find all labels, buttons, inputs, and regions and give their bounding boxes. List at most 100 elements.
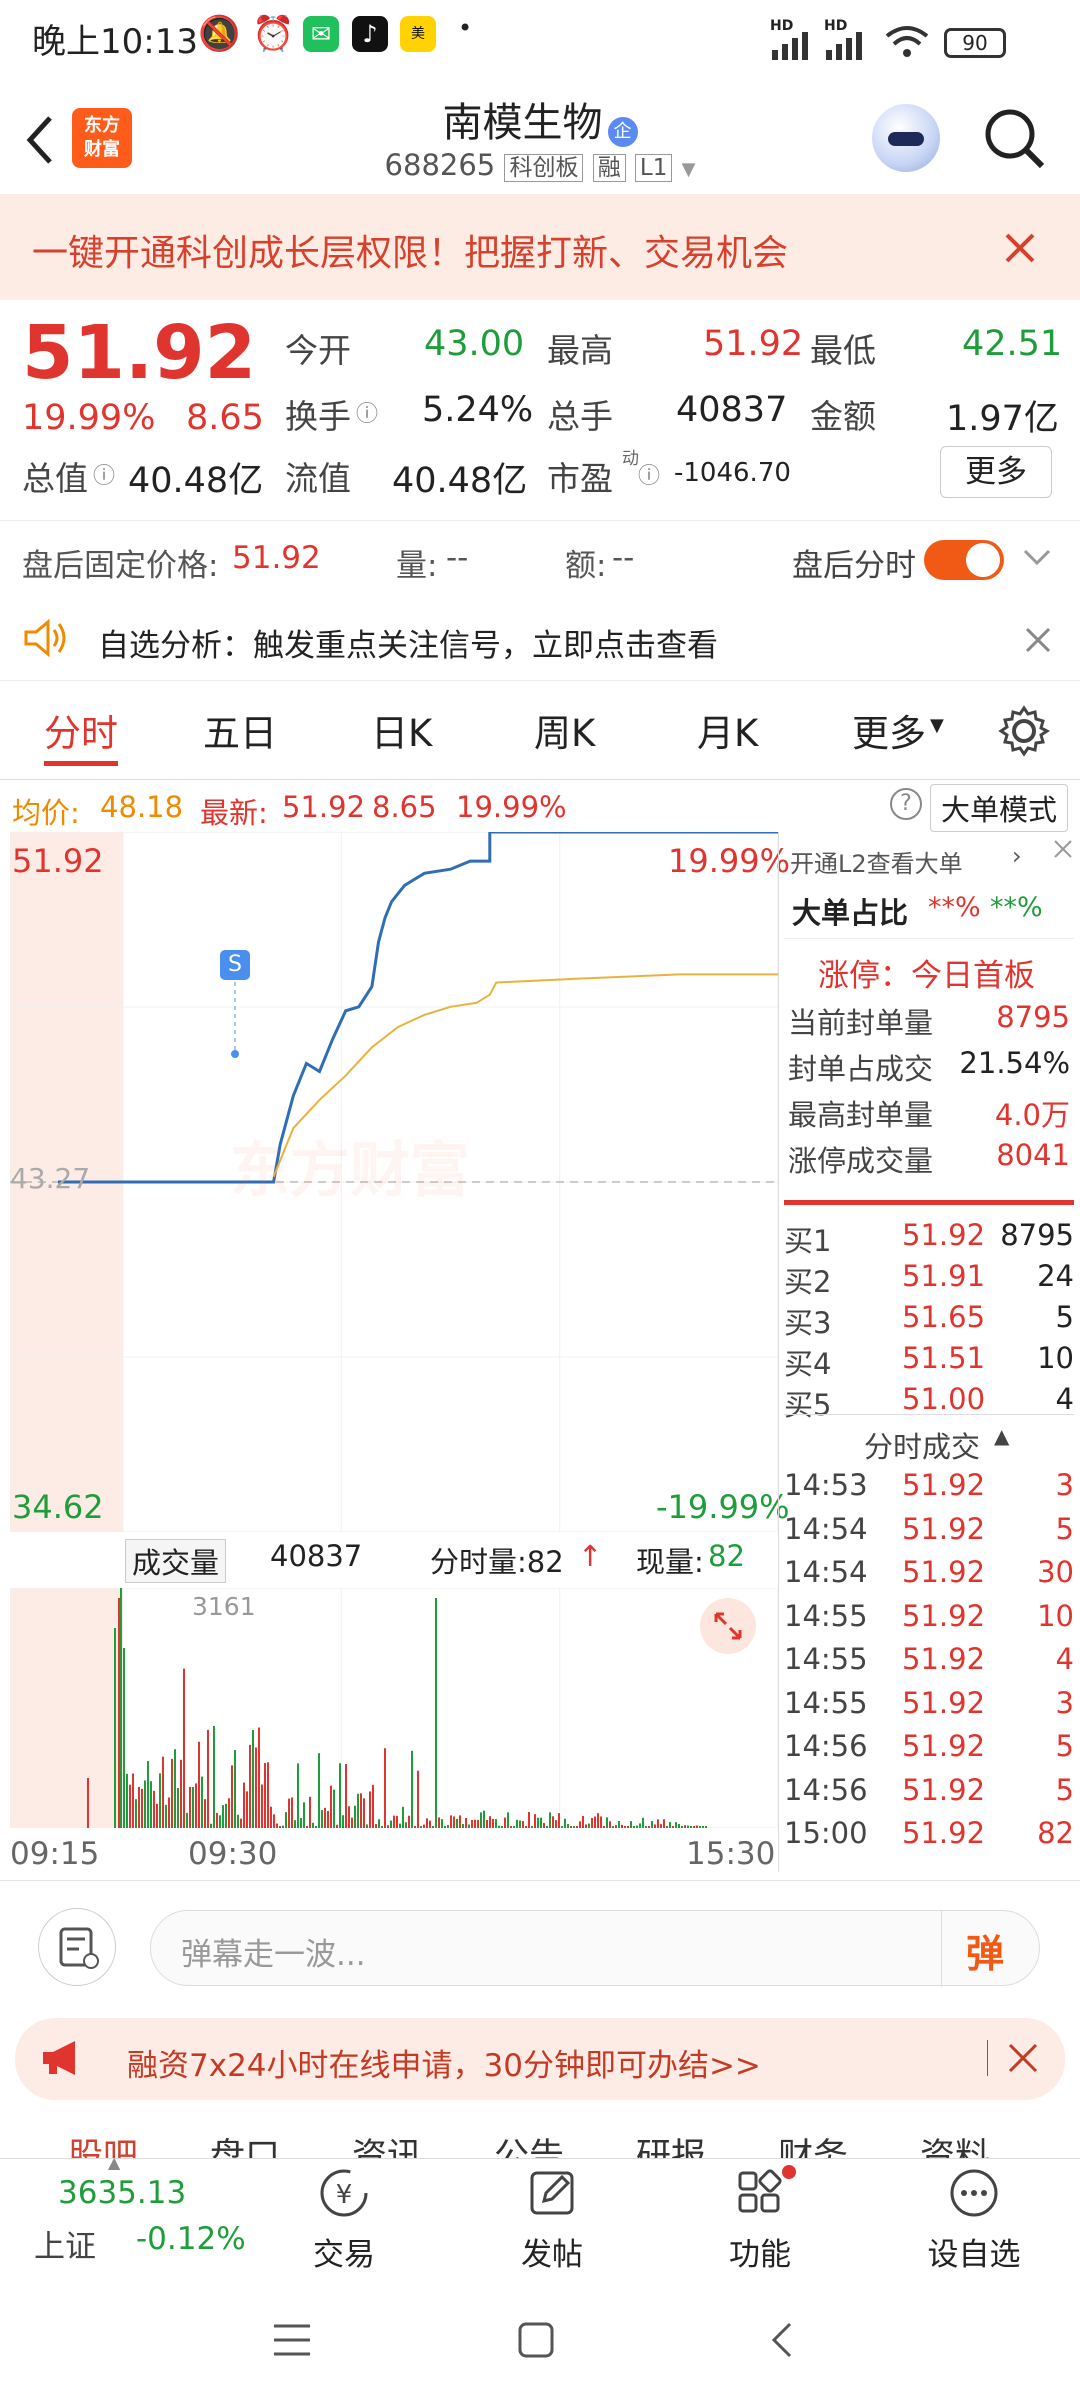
help-icon[interactable]: ? <box>890 788 922 820</box>
volume-premarket-shade <box>10 1588 123 1828</box>
chevron-down-icon[interactable] <box>1022 548 1052 568</box>
tab-daily-k[interactable]: 日K <box>371 703 432 757</box>
tab-five-day[interactable]: 五日 <box>203 703 277 757</box>
expand-icon[interactable] <box>700 1598 756 1654</box>
subtab-orderbook[interactable]: 盘口 <box>210 2128 280 2160</box>
subtab-financials[interactable]: 财务 <box>778 2128 848 2160</box>
bid-row: 买2 51.91 24 <box>778 1259 1078 1299</box>
volume-bar <box>384 1748 386 1828</box>
settings-gear-icon[interactable] <box>998 705 1050 757</box>
volume-chart-svg <box>10 1588 778 1828</box>
banner-close-icon[interactable] <box>1004 232 1036 264</box>
financing-promo[interactable]: 融资7x24小时在线申请，30分钟即可办结>> <box>15 2018 1065 2100</box>
volume-bar <box>423 1824 425 1828</box>
nav-functions[interactable]: 功能 <box>690 2165 830 2274</box>
avg-price-bar: 均价: 48.18 最新: 51.92 8.65 19.99% ? 大单模式 <box>0 782 1080 832</box>
subtab-announcements[interactable]: 公告 <box>494 2128 564 2160</box>
volume-header: 成交量 40837 分时量:82 ↑ 现量: 82 <box>10 1535 778 1590</box>
trade-qty: 10 <box>1037 1598 1074 1633</box>
after-hours-toggle[interactable] <box>924 540 1004 580</box>
volume-bar <box>414 1826 416 1828</box>
nav-post[interactable]: 发帖 <box>482 2165 622 2274</box>
note-icon[interactable] <box>38 1908 116 1986</box>
notification-dot <box>782 2165 796 2179</box>
volume-bar <box>519 1820 521 1828</box>
subtab-profile[interactable]: 资料 <box>920 2128 990 2160</box>
volume-bar <box>255 1747 257 1828</box>
tab-weekly-k[interactable]: 周K <box>534 703 595 757</box>
signal-close-icon[interactable] <box>1024 626 1052 654</box>
high-label: 最高 <box>547 331 613 370</box>
volume-bar <box>225 1803 227 1828</box>
nav-add-watchlist[interactable]: 设自选 <box>904 2165 1044 2274</box>
sell-marker[interactable]: S <box>220 950 250 980</box>
volume-bar <box>393 1815 395 1828</box>
danmu-send-button[interactable]: 弹 <box>966 1923 1004 1978</box>
intraday-chart[interactable]: 东方财富 51.92 43.27 34.62 19.99% -19.99% S <box>10 832 790 1532</box>
volume-bar <box>147 1761 149 1828</box>
volume-bar <box>114 1628 116 1828</box>
caret-down-icon[interactable]: ▼ <box>682 159 696 180</box>
mcap-info-icon[interactable]: ⓘ <box>93 458 115 490</box>
volume-bar <box>663 1819 665 1828</box>
search-icon[interactable] <box>982 106 1048 172</box>
assistant-robot-icon[interactable] <box>872 104 940 172</box>
tab-monthly-k[interactable]: 月K <box>697 703 758 757</box>
menu-icon[interactable] <box>272 2322 312 2358</box>
bigorder-mode-button[interactable]: 大单模式 <box>930 784 1069 832</box>
pe-info-icon[interactable]: ⓘ <box>638 458 660 490</box>
volume-bar <box>195 1783 197 1828</box>
volume-bar <box>669 1822 671 1828</box>
promo-close-icon[interactable] <box>1007 2042 1039 2074</box>
volume-bar <box>507 1812 509 1828</box>
index-widget[interactable]: ▲ 3635.13 上证 -0.12% <box>0 2153 250 2275</box>
volume-bar <box>672 1826 674 1828</box>
volume-bar <box>216 1812 218 1828</box>
volume-bar <box>399 1823 401 1828</box>
volume-bar <box>120 1588 122 1828</box>
volume-bar <box>258 1727 260 1828</box>
volume-bar <box>132 1773 134 1828</box>
volume-bar <box>297 1763 299 1828</box>
watermark: 东方财富 <box>230 1136 470 1206</box>
signal-notice[interactable]: 自选分析：触发重点关注信号，立即点击查看 <box>0 590 1080 690</box>
subtab-news[interactable]: 资讯 <box>352 2128 422 2160</box>
tab-more[interactable]: 更多 <box>852 703 926 757</box>
volume-chart[interactable]: 3161 <box>10 1588 778 1828</box>
volume-bar <box>522 1821 524 1828</box>
volume-bar <box>660 1824 662 1828</box>
volume-bar <box>153 1790 155 1828</box>
limit-stat-value: 8041 <box>996 1138 1070 1172</box>
y-mid-label: 43.27 <box>10 1162 91 1195</box>
back-icon[interactable] <box>766 2320 796 2360</box>
open-label: 今开 <box>285 331 351 370</box>
danmu-input[interactable]: 弹幕走一波... 弹 <box>150 1910 1040 1987</box>
tab-intraday[interactable]: 分时 <box>44 703 118 757</box>
open-value: 43.00 <box>424 324 525 364</box>
time-axis: 09:15 09:30 15:30 <box>10 1830 778 1880</box>
trades-caret-icon[interactable]: ▲ <box>994 1424 1009 1448</box>
volume-bar <box>207 1729 209 1828</box>
volume-bar <box>138 1786 140 1828</box>
l2-link[interactable]: 开通L2查看大单 <box>790 844 963 879</box>
volume-bar <box>177 1788 179 1828</box>
volume-frame <box>10 1588 778 1828</box>
volume-bar <box>480 1812 482 1828</box>
bid-row: 买3 51.65 5 <box>778 1300 1078 1340</box>
volume-bar <box>531 1826 533 1828</box>
panel-close-icon[interactable] <box>1052 838 1074 860</box>
sci-tech-banner[interactable]: 一键开通科创成长层权限！把握打新、交易机会 <box>0 194 1080 300</box>
more-button[interactable]: 更多 <box>940 446 1052 498</box>
change-amount: 8.65 <box>186 398 264 438</box>
volume-bar <box>144 1780 146 1828</box>
volume-dropdown[interactable]: 成交量 <box>125 1539 227 1583</box>
subtab-forum[interactable]: 股吧 <box>68 2128 138 2160</box>
volume-bar <box>387 1825 389 1828</box>
turnover-info-icon[interactable]: ⓘ <box>356 396 378 428</box>
volume-bar <box>534 1814 536 1828</box>
subtab-research[interactable]: 研报 <box>636 2128 706 2160</box>
trade-row: 14:56 51.92 5 <box>778 1729 1078 1769</box>
nav-trade[interactable]: ¥ 交易 <box>274 2165 414 2274</box>
volume-bar <box>666 1826 668 1828</box>
home-icon[interactable] <box>516 2320 556 2360</box>
